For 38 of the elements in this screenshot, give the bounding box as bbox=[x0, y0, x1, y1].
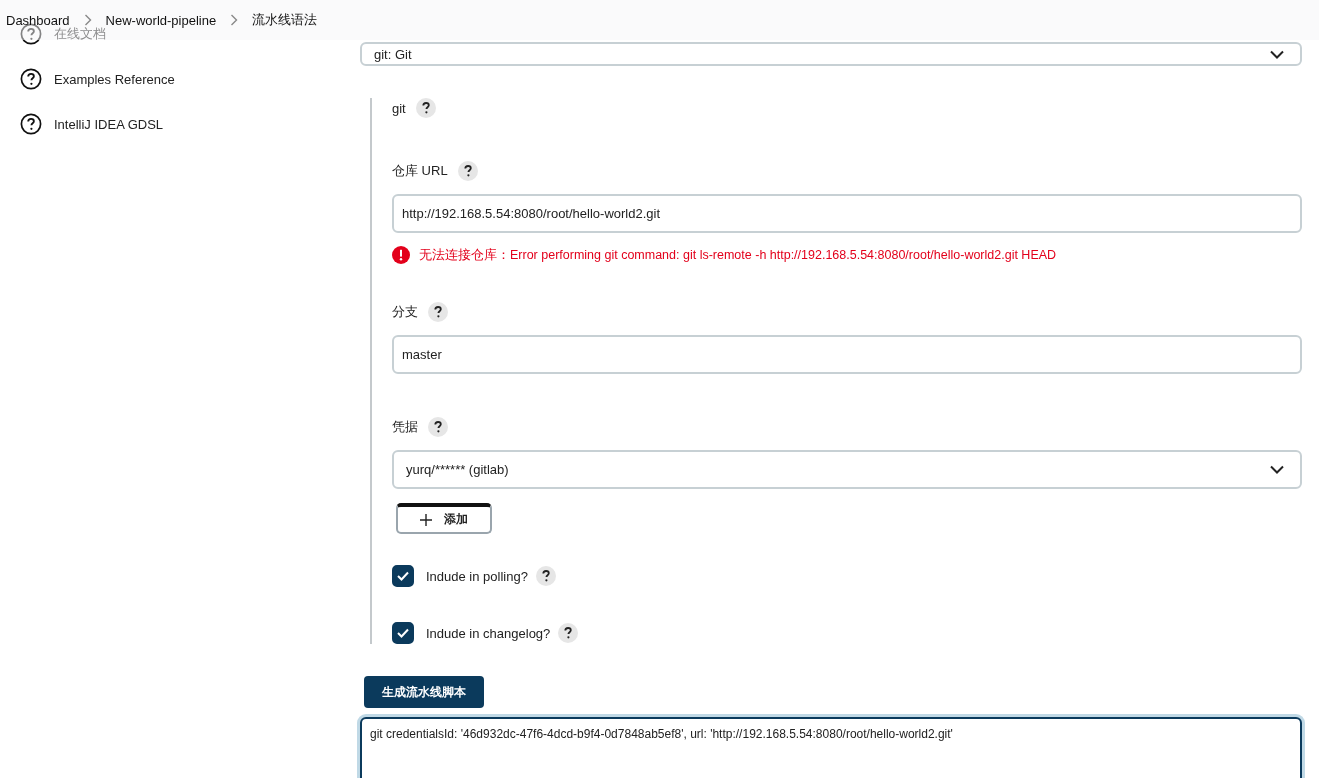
breadcrumb-link[interactable]: New-world-pipeline bbox=[105, 12, 217, 28]
caret-icon bbox=[1270, 49, 1284, 59]
help-icon bbox=[428, 417, 448, 437]
field-label: 仓库 URL bbox=[392, 162, 448, 180]
plus-icon bbox=[420, 513, 432, 526]
checkmark-icon bbox=[397, 571, 409, 581]
help-icon bbox=[558, 623, 579, 643]
checkmark-icon bbox=[397, 628, 409, 638]
field-label: 分支 bbox=[392, 303, 418, 321]
field-label: 凭据 bbox=[392, 418, 418, 436]
checkbox[interactable] bbox=[392, 565, 414, 587]
credentials-dropdown[interactable]: yurq/****** (gitlab) bbox=[392, 450, 1302, 489]
script-output[interactable]: git credentialsId: '46d932dc-47f6-4dcd-b9f4-0d7848ab5ef8', url: 'http://192.168.5.54:8080/root/hello-world2.git' bbox=[360, 717, 1302, 778]
checkbox-label: Indude in polling? bbox=[426, 568, 528, 584]
generate-button[interactable]: 生成流水线脚本 bbox=[364, 676, 484, 708]
breadcrumb-link[interactable]: 流水线语法 bbox=[252, 11, 318, 29]
step-dropdown[interactable]: git: Git bbox=[360, 42, 1302, 66]
help-icon bbox=[428, 302, 448, 322]
add-button[interactable]: 添加 bbox=[396, 503, 492, 534]
input-field[interactable]: master bbox=[392, 335, 1302, 374]
chevron-icon bbox=[83, 14, 92, 26]
sidebar-link[interactable]: Examples Reference bbox=[54, 71, 175, 87]
help-icon bbox=[457, 161, 478, 181]
help-circle-icon bbox=[20, 23, 42, 45]
checkbox-label: Indude in changelog? bbox=[426, 625, 551, 641]
breadcrumb-link[interactable]: Dashboard bbox=[6, 12, 70, 28]
help-icon bbox=[535, 566, 556, 586]
help-circle-icon bbox=[20, 113, 42, 135]
input-field[interactable]: http://192.168.5.54:8080/root/hello-world2.git bbox=[392, 194, 1302, 233]
help-circle-icon bbox=[20, 68, 42, 90]
error-message: 无法连接仓库：Error performing git command: git ls-remote -h http://192.168.5.54:8080/root/hello-world2.git HEAD bbox=[419, 246, 1057, 264]
chevron-icon bbox=[230, 14, 239, 26]
help-icon bbox=[415, 98, 436, 118]
caret-icon bbox=[1270, 465, 1284, 474]
field-label: git bbox=[392, 100, 406, 116]
checkbox[interactable] bbox=[392, 622, 414, 644]
error-icon bbox=[392, 246, 410, 264]
sidebar-link[interactable]: IntelliJ IDEA GDSL bbox=[54, 116, 164, 132]
